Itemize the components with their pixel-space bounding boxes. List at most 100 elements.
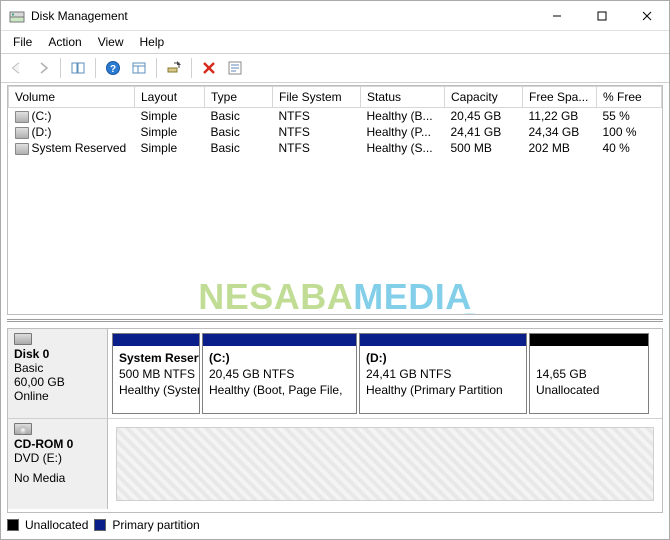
disk-type: Basic <box>14 361 101 375</box>
partition-label: (D:)24,41 GB NTFSHealthy (Primary Partit… <box>360 346 526 403</box>
cell-status: Healthy (S... <box>361 140 445 156</box>
col-capacity[interactable]: Capacity <box>445 87 523 108</box>
volume-table[interactable]: Volume Layout Type File System Status Ca… <box>8 86 662 156</box>
partition-stripe <box>113 334 199 346</box>
back-button[interactable] <box>5 56 29 80</box>
cell-layout: Simple <box>135 108 205 125</box>
col-volume[interactable]: Volume <box>9 87 135 108</box>
volume-icon <box>15 111 29 123</box>
cell-pfree: 100 % <box>597 124 662 140</box>
volume-icon <box>15 127 29 139</box>
watermark-wave-icon <box>185 311 485 315</box>
cell-layout: Simple <box>135 140 205 156</box>
delete-button[interactable] <box>197 56 221 80</box>
partition[interactable]: 14,65 GBUnallocated <box>529 333 649 414</box>
partition[interactable]: (C:)20,45 GB NTFSHealthy (Boot, Page Fil… <box>202 333 357 414</box>
cell-pfree: 40 % <box>597 140 662 156</box>
table-row[interactable]: System Reserved SimpleBasicNTFSHealthy (S… <box>9 140 662 156</box>
minimize-button[interactable] <box>534 1 579 31</box>
cell-capacity: 24,41 GB <box>445 124 523 140</box>
partition[interactable]: System Reserved500 MB NTFSHealthy (Syste… <box>112 333 200 414</box>
cell-type: Basic <box>205 124 273 140</box>
pane-splitter[interactable] <box>7 319 663 326</box>
legend-swatch-primary <box>94 519 106 531</box>
cell-free: 24,34 GB <box>523 124 597 140</box>
legend-label-unallocated: Unallocated <box>25 518 88 532</box>
close-button[interactable] <box>624 1 669 31</box>
legend-label-primary: Primary partition <box>112 518 199 532</box>
partition-stripe <box>203 334 356 346</box>
cell-fs: NTFS <box>273 140 361 156</box>
disk-title: Disk 0 <box>14 347 101 361</box>
title-bar[interactable]: Disk Management <box>1 1 669 31</box>
window-title: Disk Management <box>31 9 128 23</box>
cdrom-icon <box>14 423 32 435</box>
cell-pfree: 55 % <box>597 108 662 125</box>
col-free[interactable]: Free Spa... <box>523 87 597 108</box>
cdrom-type: DVD (E:) <box>14 451 101 465</box>
legend: Unallocated Primary partition <box>7 515 663 535</box>
settings-view-button[interactable] <box>127 56 151 80</box>
svg-text:?: ? <box>110 64 116 75</box>
help-button[interactable]: ? <box>101 56 125 80</box>
menu-view[interactable]: View <box>90 33 132 51</box>
partition-stripe <box>360 334 526 346</box>
disk-row[interactable]: Disk 0 Basic 60,00 GB Online System Rese… <box>8 329 662 419</box>
table-row[interactable]: (D:) SimpleBasicNTFSHealthy (P...24,41 GB… <box>9 124 662 140</box>
table-header-row[interactable]: Volume Layout Type File System Status Ca… <box>9 87 662 108</box>
partition-label: 14,65 GBUnallocated <box>530 346 648 403</box>
cell-type: Basic <box>205 108 273 125</box>
partition-stripe <box>530 334 648 346</box>
menu-file[interactable]: File <box>5 33 40 51</box>
properties-button[interactable] <box>223 56 247 80</box>
maximize-button[interactable] <box>579 1 624 31</box>
cell-status: Healthy (P... <box>361 124 445 140</box>
table-row[interactable]: (C:) SimpleBasicNTFSHealthy (B...20,45 GB… <box>9 108 662 125</box>
cdrom-header[interactable]: CD-ROM 0 DVD (E:) No Media <box>8 419 108 509</box>
volume-name: (C:) <box>32 109 52 123</box>
cell-capacity: 20,45 GB <box>445 108 523 125</box>
col-type[interactable]: Type <box>205 87 273 108</box>
disk-management-window: Disk Management File Action View Help <box>0 0 670 540</box>
forward-button[interactable] <box>31 56 55 80</box>
col-layout[interactable]: Layout <box>135 87 205 108</box>
volume-name: (D:) <box>32 125 52 139</box>
cell-capacity: 500 MB <box>445 140 523 156</box>
cell-layout: Simple <box>135 124 205 140</box>
app-icon <box>9 8 25 24</box>
disk-row[interactable]: CD-ROM 0 DVD (E:) No Media <box>8 419 662 509</box>
menu-help[interactable]: Help <box>132 33 173 51</box>
toolbar: ? <box>1 54 669 82</box>
partition-label: (C:)20,45 GB NTFSHealthy (Boot, Page Fil… <box>203 346 356 403</box>
view-toggle-button[interactable] <box>66 56 90 80</box>
cell-free: 202 MB <box>523 140 597 156</box>
disk-state: Online <box>14 389 101 403</box>
disk-body: System Reserved500 MB NTFSHealthy (Syste… <box>108 329 662 418</box>
cell-status: Healthy (B... <box>361 108 445 125</box>
watermark: NESABAMEDIA <box>198 276 472 315</box>
col-fs[interactable]: File System <box>273 87 361 108</box>
cdrom-state: No Media <box>14 471 101 485</box>
cdrom-empty <box>116 427 654 501</box>
volume-name: System Reserved <box>32 141 127 155</box>
volume-list-pane[interactable]: Volume Layout Type File System Status Ca… <box>7 85 663 315</box>
col-pfree[interactable]: % Free <box>597 87 662 108</box>
col-status[interactable]: Status <box>361 87 445 108</box>
cdrom-title: CD-ROM 0 <box>14 437 101 451</box>
cdrom-body <box>108 419 662 509</box>
cell-fs: NTFS <box>273 124 361 140</box>
menu-bar: File Action View Help <box>1 31 669 53</box>
volume-icon <box>15 143 29 155</box>
partition[interactable]: (D:)24,41 GB NTFSHealthy (Primary Partit… <box>359 333 527 414</box>
disk-size: 60,00 GB <box>14 375 101 389</box>
menu-action[interactable]: Action <box>40 33 89 51</box>
action-button[interactable] <box>162 56 186 80</box>
partition-label: System Reserved500 MB NTFSHealthy (Syste… <box>113 346 199 403</box>
cell-fs: NTFS <box>273 108 361 125</box>
legend-swatch-unallocated <box>7 519 19 531</box>
disk-header[interactable]: Disk 0 Basic 60,00 GB Online <box>8 329 108 418</box>
disk-icon <box>14 333 32 345</box>
disk-map-pane[interactable]: Disk 0 Basic 60,00 GB Online System Rese… <box>7 328 663 513</box>
cell-free: 11,22 GB <box>523 108 597 125</box>
cell-type: Basic <box>205 140 273 156</box>
